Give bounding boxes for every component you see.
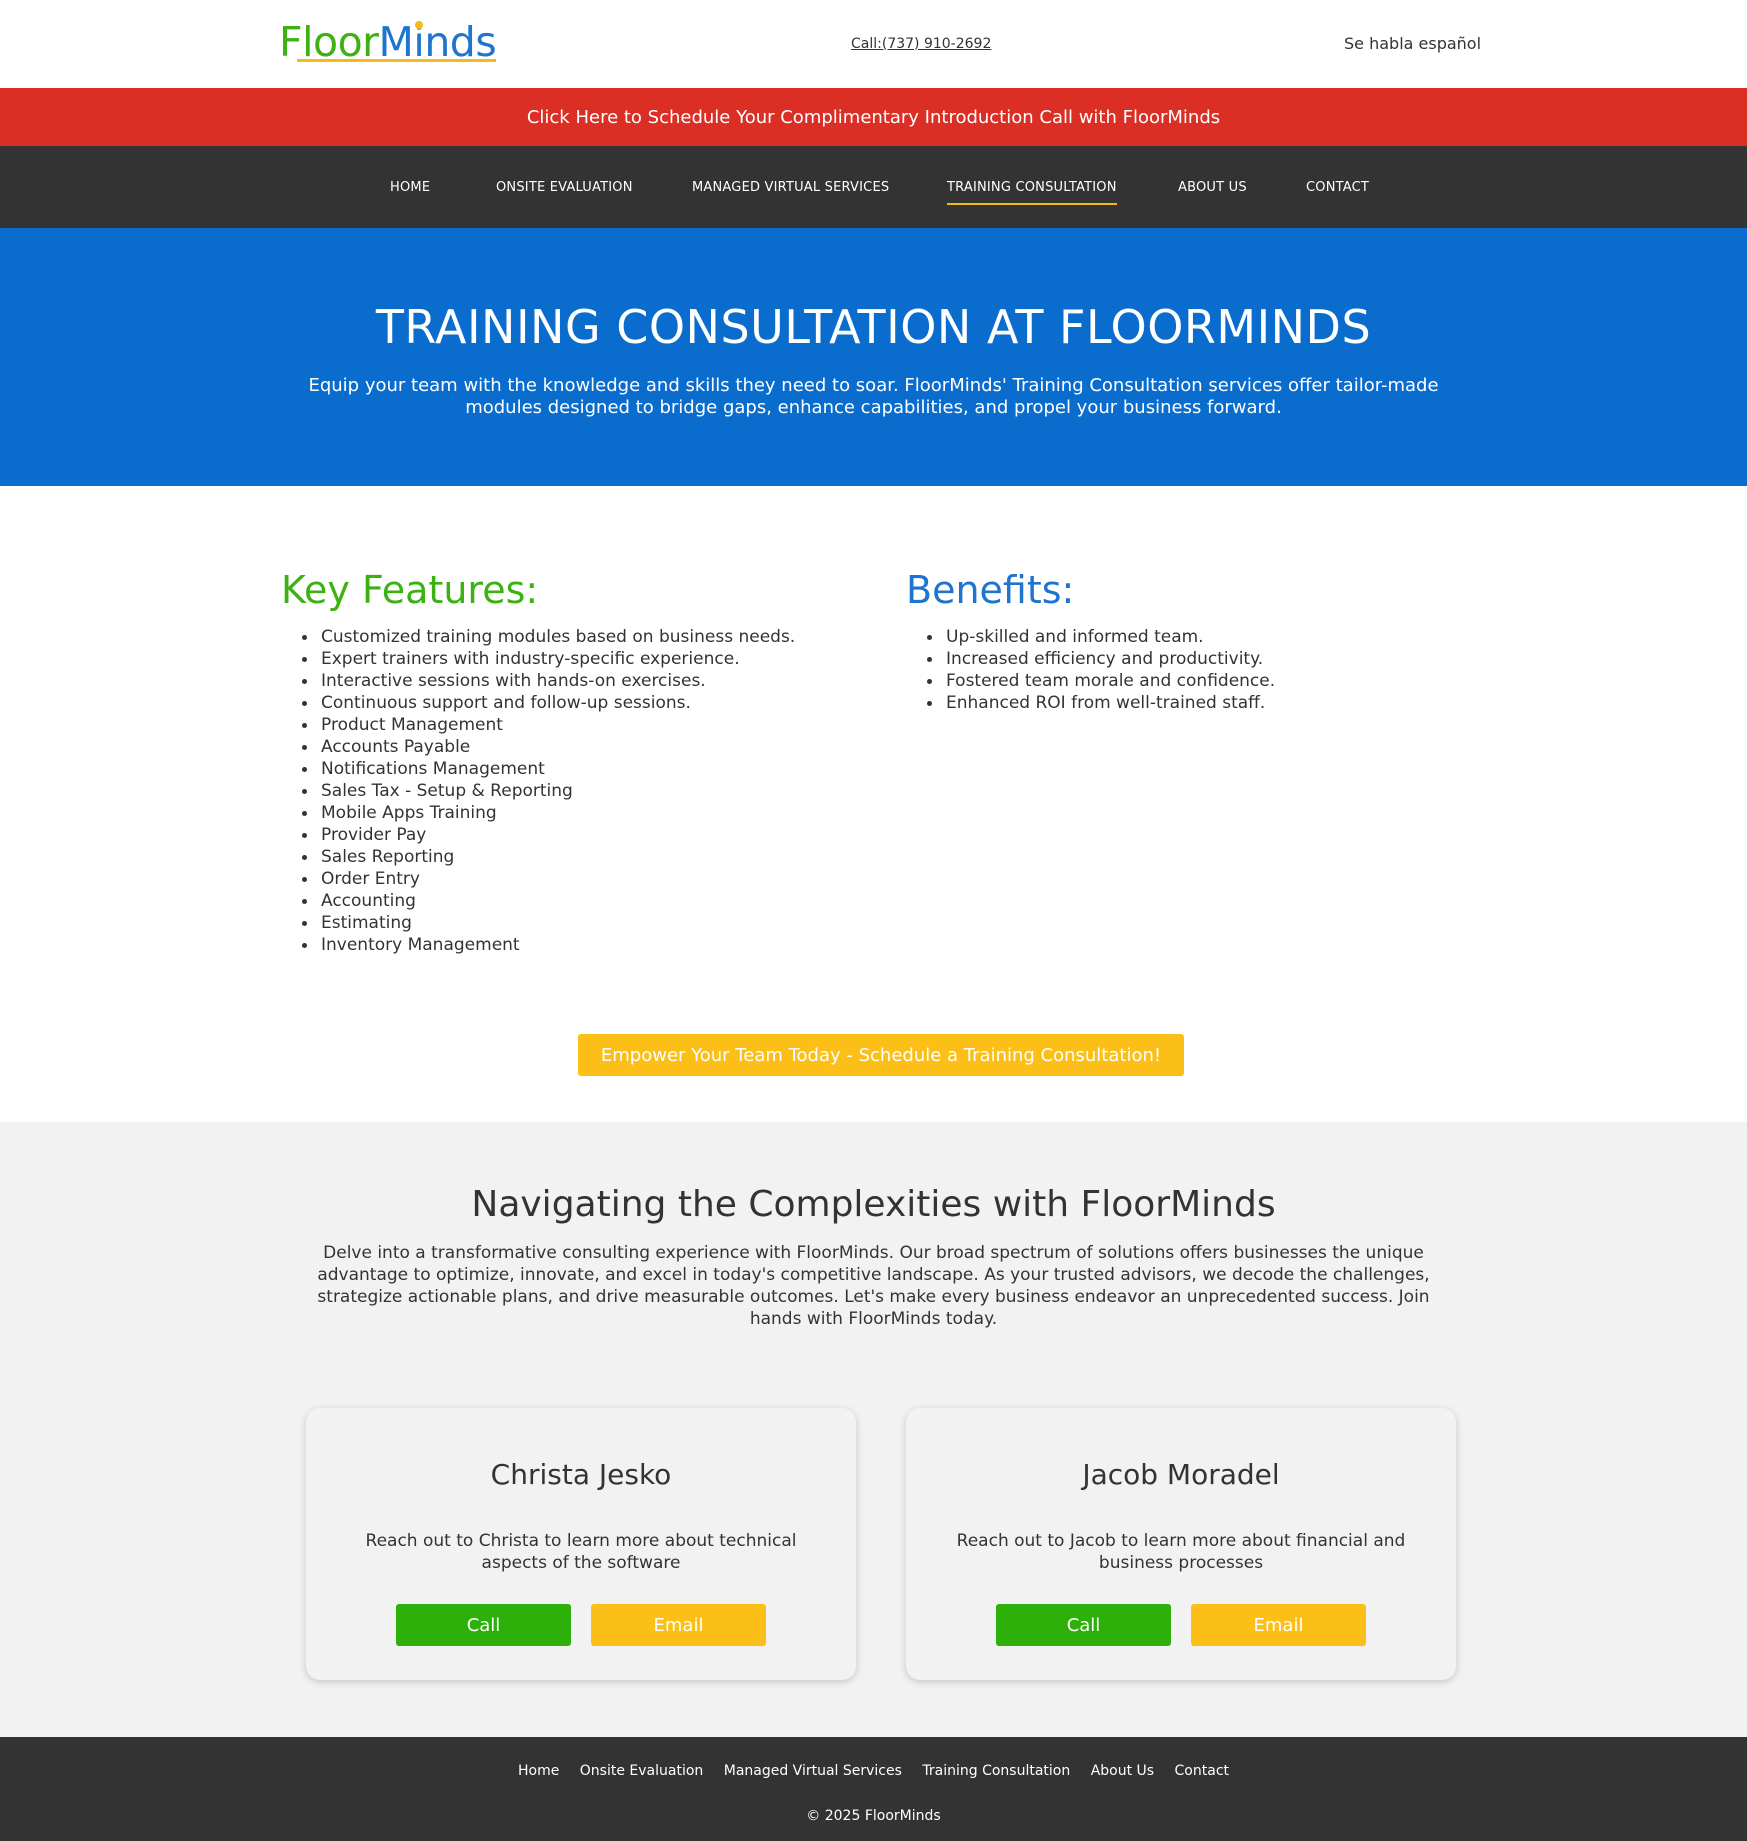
footer-link-home[interactable]: Home [518,1763,559,1779]
list-item: Mobile Apps Training [302,802,841,824]
footer-link-onsite-evaluation[interactable]: Onsite Evaluation [580,1763,704,1779]
list-item: Increased efficiency and productivity. [927,648,1466,670]
contact-name: Jacob Moradel [1082,1458,1280,1491]
list-item: Sales Tax - Setup & Reporting [302,780,841,802]
list-item: Enhanced ROI from well-trained staff. [927,692,1466,714]
key-features-list: Customized training modules based on bus… [302,626,841,956]
lightbulb-icon [414,21,423,29]
contact-card-christa: Christa Jesko Reach out to Christa to le… [306,1408,856,1680]
contact-name: Christa Jesko [490,1458,672,1491]
footer-link-contact[interactable]: Contact [1175,1763,1229,1779]
copyright: © 2025 FloorMinds [806,1808,941,1824]
hero-section: TRAINING CONSULTATION AT FLOORMINDS Equi… [0,228,1747,486]
complexities-section: Navigating the Complexities with FloorMi… [0,1122,1747,1737]
email-button[interactable]: Email [1191,1604,1366,1646]
call-button[interactable]: Call [396,1604,571,1646]
nav-item-home[interactable]: HOME [390,180,430,195]
nav-item-training-consultation[interactable]: TRAINING CONSULTATION [947,180,1117,205]
list-item: Provider Pay [302,824,841,846]
nav-item-about-us[interactable]: ABOUT US [1178,180,1247,195]
list-item: Order Entry [302,868,841,890]
schedule-training-button[interactable]: Empower Your Team Today - Schedule a Tra… [578,1034,1184,1076]
footer: Home Onsite Evaluation Managed Virtual S… [0,1737,1747,1841]
complexities-body: Delve into a transformative consulting e… [317,1243,1430,1329]
contact-description: Reach out to Jacob to learn more about f… [956,1531,1406,1573]
list-item: Expert trainers with industry-specific e… [302,648,841,670]
list-item: Customized training modules based on bus… [302,626,841,648]
spanish-notice: Se habla español [1344,34,1482,53]
main-nav: HOME ONSITE EVALUATION MANAGED VIRTUAL S… [0,146,1747,228]
list-item: Up-skilled and informed team. [927,626,1466,648]
list-item: Inventory Management [302,934,841,956]
footer-links: Home Onsite Evaluation Managed Virtual S… [0,1763,1747,1779]
top-header: FloorMi nds Call:(737) 910-2692 Se habla … [0,0,1747,88]
phone-link[interactable]: Call:(737) 910-2692 [851,36,991,52]
nav-item-contact[interactable]: CONTACT [1306,180,1369,195]
list-item: Notifications Management [302,758,841,780]
logo-underline [297,59,497,62]
hero-subtitle: Equip your team with the knowledge and s… [308,375,1439,418]
page-title: TRAINING CONSULTATION AT FLOORMINDS [375,300,1372,354]
list-item: Continuous support and follow-up session… [302,692,841,714]
complexities-title: Navigating the Complexities with FloorMi… [471,1184,1276,1225]
email-button[interactable]: Email [591,1604,766,1646]
benefits-list: Up-skilled and informed team. Increased … [927,626,1466,714]
footer-link-about-us[interactable]: About Us [1091,1763,1154,1779]
key-features-section: Key Features: Customized training module… [281,568,841,956]
list-item: Fostered team morale and confidence. [927,670,1466,692]
key-features-title: Key Features: [281,568,539,612]
nav-item-onsite-evaluation[interactable]: ONSITE EVALUATION [496,180,633,195]
benefits-section: Benefits: Up-skilled and informed team. … [906,568,1466,714]
list-item: Accounts Payable [302,736,841,758]
schedule-call-banner[interactable]: Click Here to Schedule Your Complimentar… [0,88,1747,146]
list-item: Product Management [302,714,841,736]
contact-card-jacob: Jacob Moradel Reach out to Jacob to lear… [906,1408,1456,1680]
contact-description: Reach out to Christa to learn more about… [365,1531,797,1573]
call-button[interactable]: Call [996,1604,1171,1646]
list-item: Sales Reporting [302,846,841,868]
nav-item-managed-virtual-services[interactable]: MANAGED VIRTUAL SERVICES [692,180,889,195]
floorminds-logo[interactable]: FloorMi nds [279,18,497,66]
benefits-title: Benefits: [906,568,1075,612]
list-item: Interactive sessions with hands-on exerc… [302,670,841,692]
list-item: Estimating [302,912,841,934]
list-item: Accounting [302,890,841,912]
footer-link-managed-virtual-services[interactable]: Managed Virtual Services [724,1763,902,1779]
footer-link-training-consultation[interactable]: Training Consultation [922,1763,1070,1779]
